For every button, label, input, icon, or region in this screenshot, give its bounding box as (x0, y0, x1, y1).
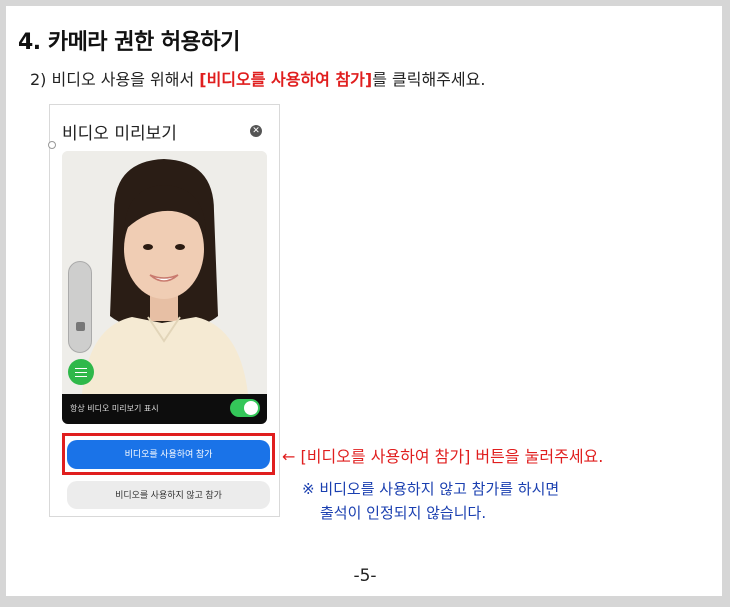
instruction-prefix: 2) 비디오 사용을 위해서 (30, 70, 200, 89)
dialog-title: 비디오 미리보기 (62, 124, 177, 144)
warning-note-line2: 출석이 인정되지 않습니다. (320, 504, 487, 522)
join-with-video-button[interactable]: 비디오를 사용하여 참가 (67, 440, 270, 469)
always-preview-label: 항상 비디오 미리보기 표시 (70, 404, 159, 413)
green-badge-icon (68, 359, 94, 385)
preview-footer: 항상 비디오 미리보기 표시 (62, 394, 267, 424)
instruction-highlight: [비디오를 사용하여 참가] (199, 70, 373, 89)
instruction-text: 2) 비디오 사용을 위해서 [비디오를 사용하여 참가]를 클릭해주세요. (30, 66, 485, 90)
instruction-suffix: 를 클릭해주세요. (372, 70, 486, 89)
side-handle-icon (48, 141, 56, 149)
person-photo (62, 151, 267, 394)
video-preview: 항상 비디오 미리보기 표시 (62, 151, 267, 424)
close-icon[interactable]: ✕ (250, 125, 262, 137)
zoom-slider[interactable] (68, 261, 92, 353)
always-preview-toggle[interactable] (230, 399, 260, 417)
toggle-knob (244, 401, 258, 415)
page-number: -5- (353, 566, 377, 586)
join-without-video-button[interactable]: 비디오를 사용하지 않고 참가 (67, 481, 270, 509)
zoom-slider-thumb[interactable] (76, 322, 85, 331)
warning-note-line1: ※ 비디오를 사용하지 않고 참가를 하시면 (302, 480, 560, 498)
arrow-note: ← [비디오를 사용하여 참가] 버튼을 눌러주세요. (282, 447, 604, 466)
section-title: 4. 카메라 권한 허용하기 (18, 30, 240, 55)
